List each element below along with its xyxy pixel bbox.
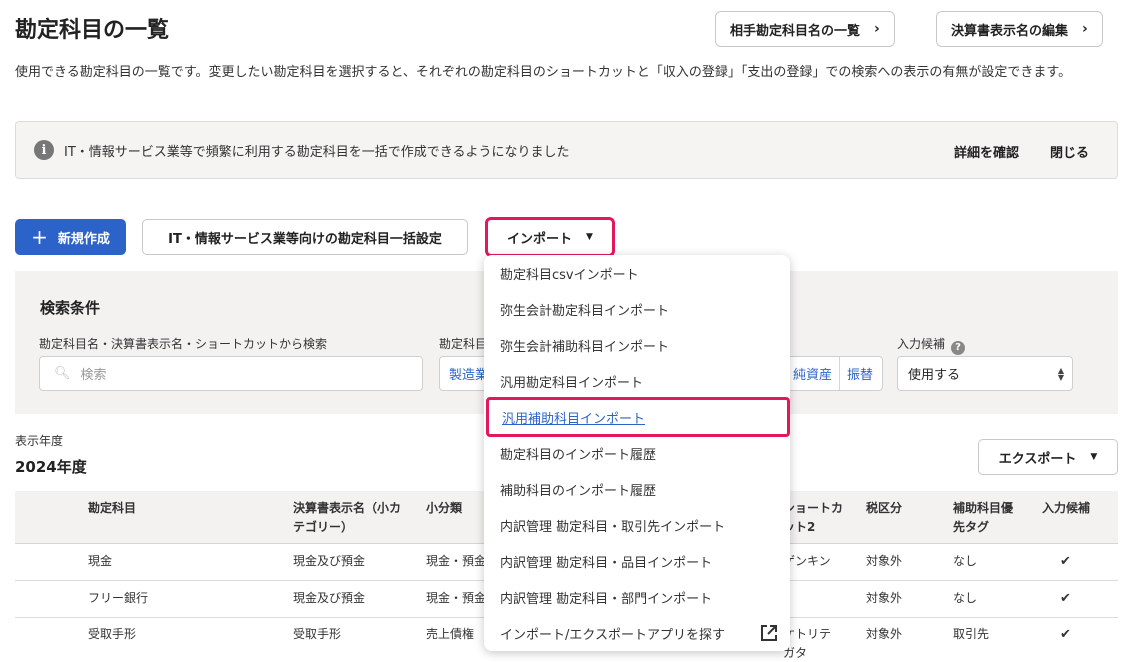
category-label: 勘定科目 [439, 337, 488, 351]
cell-sub-priority: なし [953, 554, 978, 568]
menu-item-sub-import-history[interactable]: 補助科目のインポート履歴 [484, 471, 790, 507]
cell-shortcut-line1: ケトリテ [783, 627, 832, 641]
menu-item-breakdown-partner-import[interactable]: 内訳管理 勘定科目・取引先インポート [484, 507, 790, 543]
menu-item-generic-sub-import[interactable]: 汎用補助科目インポート [486, 397, 790, 437]
th-account: 勘定科目 [88, 501, 137, 515]
plus-icon: + [31, 225, 48, 249]
caret-down-icon: ▼ [586, 232, 593, 242]
menu-item-find-apps-label: インポート/エクスポートアプリを探す [500, 627, 725, 643]
candidate-label: 入力候補 [897, 337, 946, 351]
th-sub-priority-line2: 先タグ [953, 520, 990, 534]
cell-tax: 対象外 [866, 627, 903, 641]
notice-close-link[interactable]: 閉じる [1050, 142, 1089, 161]
cell-shortcut-line2: ガタ [783, 646, 808, 660]
info-icon: i [34, 140, 54, 160]
category-filter-right: 純資産 振替 [785, 356, 883, 391]
import-dropdown-menu: 勘定科目csvインポート 弥生会計勘定科目インポート 弥生会計補助科目インポート… [484, 255, 790, 651]
cell-display-name: 現金及び預金 [293, 554, 366, 568]
th-display-name: 決算書表示名（小カ テゴリー） [293, 499, 401, 537]
check-icon: ✔ [1060, 627, 1071, 642]
search-icon: 🔍︎ [54, 366, 71, 381]
category-filter-transfer[interactable]: 振替 [839, 357, 880, 390]
help-icon[interactable]: ? [951, 340, 966, 355]
cell-subcategory: 現金・預金 [426, 554, 487, 568]
menu-item-yayoi-account-import[interactable]: 弥生会計勘定科目インポート [484, 291, 790, 327]
external-link-icon [760, 624, 778, 646]
search-input[interactable]: 🔍︎ 検索 [39, 356, 423, 391]
th-shortcut2-line2: ット2 [783, 520, 816, 534]
page-description: 使用できる勘定科目の一覧です。変更したい勘定科目を選択すると、それぞれの勘定科目… [15, 65, 1072, 80]
notice-text: IT・情報サービス業等で頻繁に利用する勘定科目を一括で作成できるようになりました [64, 144, 570, 160]
th-sub-priority-line1: 補助科目優 [953, 501, 1014, 515]
export-button[interactable]: エクスポート ▼ [978, 439, 1118, 475]
check-icon: ✔ [1060, 591, 1071, 606]
partner-account-list-label: 相手勘定科目名の一覧 [730, 23, 861, 39]
menu-item-breakdown-item-import[interactable]: 内訳管理 勘定科目・品目インポート [484, 543, 790, 579]
menu-item-csv-import[interactable]: 勘定科目csvインポート [484, 255, 790, 291]
cell-sub-priority: 取引先 [953, 627, 990, 641]
bulk-setup-button[interactable]: IT・情報サービス業等向けの勘定科目一括設定 [142, 219, 468, 255]
export-label: エクスポート [998, 451, 1077, 467]
cell-display-name: 受取手形 [293, 627, 342, 641]
cell-subcategory: 売上債権 [426, 627, 475, 641]
import-button[interactable]: インポート ▼ [485, 217, 615, 257]
menu-item-breakdown-department-import[interactable]: 内訳管理 勘定科目・部門インポート [484, 579, 790, 615]
cell-shortcut: ゲンキン [783, 554, 831, 568]
menu-item-yayoi-sub-import[interactable]: 弥生会計補助科目インポート [484, 327, 790, 363]
candidate-label-wrap: 入力候補? [897, 335, 966, 355]
keyword-label: 勘定科目名・決算書表示名・ショートカットから検索 [39, 337, 328, 351]
year-label: 表示年度 [15, 434, 64, 448]
candidate-select[interactable]: 使用する ▲ ▼ [897, 356, 1073, 391]
search-title: 検索条件 [40, 299, 101, 317]
chevron-right-icon: › [1082, 21, 1088, 37]
category-filter-net-assets[interactable]: 純資産 [785, 357, 839, 390]
th-display-name-line1: 決算書表示名（小カ [293, 501, 402, 515]
search-placeholder: 検索 [80, 368, 107, 383]
caret-down-icon: ▼ [1090, 452, 1098, 462]
th-tax: 税区分 [866, 501, 903, 515]
cell-display-name: 現金及び預金 [293, 591, 366, 605]
th-subcategory: 小分類 [426, 501, 463, 515]
partner-account-list-button[interactable]: 相手勘定科目名の一覧 › [715, 11, 895, 47]
new-create-label: 新規作成 [57, 231, 110, 247]
new-create-button[interactable]: + 新規作成 [15, 219, 126, 255]
th-candidate: 入力候補 [1042, 501, 1091, 515]
th-shortcut2-line1: ショートカ [783, 501, 844, 515]
cell-account: フリー銀行 [88, 591, 149, 605]
page-title: 勘定科目の一覧 [15, 18, 170, 43]
th-sub-priority: 補助科目優 先タグ [953, 499, 1013, 537]
edit-display-name-button[interactable]: 決算書表示名の編集 › [936, 11, 1103, 47]
cell-subcategory: 現金・預金 [426, 591, 487, 605]
info-notice: i IT・情報サービス業等で頻繁に利用する勘定科目を一括で作成できるようになりま… [15, 121, 1118, 179]
check-icon: ✔ [1060, 554, 1071, 569]
candidate-select-value: 使用する [908, 368, 961, 383]
chevron-right-icon: › [874, 21, 880, 37]
cell-account: 現金 [88, 554, 113, 568]
menu-item-account-import-history[interactable]: 勘定科目のインポート履歴 [484, 435, 790, 471]
cell-tax: 対象外 [866, 591, 903, 605]
th-shortcut2: ショートカ ット2 [783, 499, 843, 537]
year-value: 2024年度 [15, 458, 87, 476]
cell-shortcut: ケトリテ ガタ [783, 625, 831, 662]
menu-item-generic-account-import[interactable]: 汎用勘定科目インポート [484, 363, 790, 399]
notice-detail-link[interactable]: 詳細を確認 [954, 142, 1019, 161]
menu-item-find-apps[interactable]: インポート/エクスポートアプリを探す [484, 615, 790, 651]
import-label: インポート [507, 231, 573, 247]
cell-tax: 対象外 [866, 554, 903, 568]
th-display-name-line2: テゴリー） [293, 520, 354, 534]
cell-sub-priority: なし [953, 591, 978, 605]
cell-account: 受取手形 [88, 627, 137, 641]
select-arrows-icon: ▲ ▼ [1057, 365, 1064, 382]
edit-display-name-label: 決算書表示名の編集 [951, 23, 1069, 39]
category-filter-first[interactable]: 製造業 [439, 356, 487, 391]
